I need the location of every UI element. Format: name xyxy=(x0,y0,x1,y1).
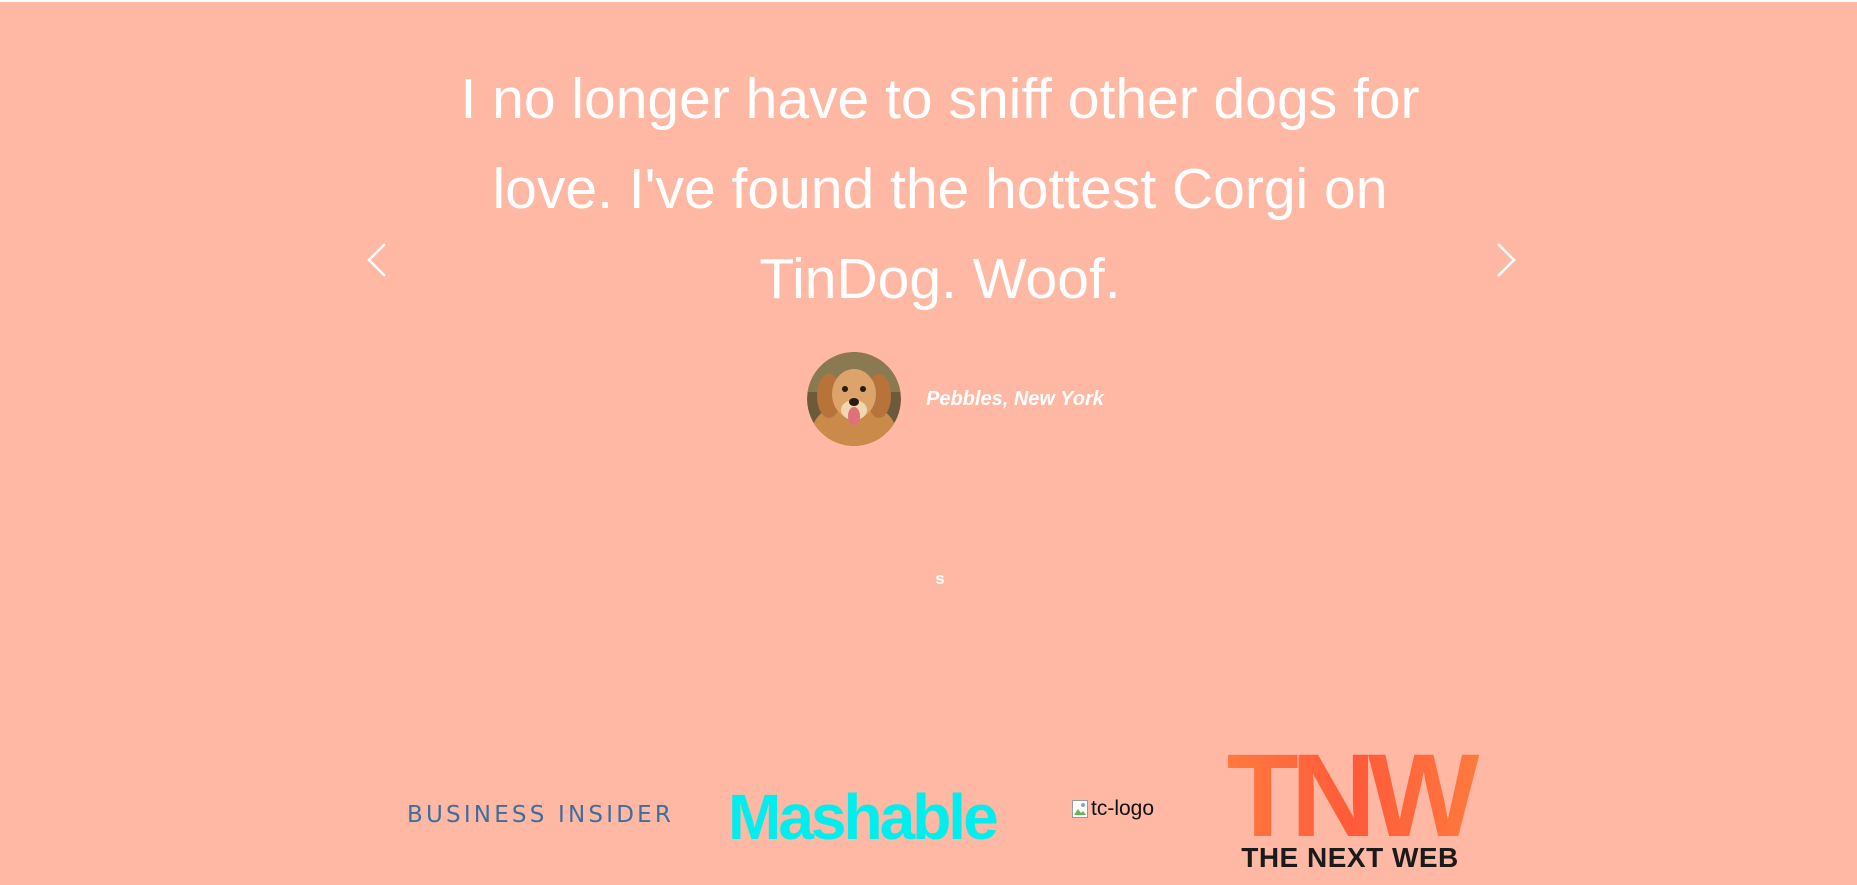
author-name: Pebbles, New York xyxy=(926,387,1104,410)
testimonials-section: I no longer have to sniff other dogs for… xyxy=(0,2,1857,885)
carousel-next-button[interactable] xyxy=(1494,240,1518,280)
chevron-right-icon xyxy=(1497,243,1516,277)
avatar xyxy=(807,352,901,446)
techcrunch-logo: tc-logo xyxy=(1072,797,1154,821)
mashable-logo: Mashable xyxy=(728,781,999,853)
chevron-left-icon xyxy=(367,243,386,277)
techcrunch-alt-text: tc-logo xyxy=(1091,797,1155,820)
tnw-letters: TNW xyxy=(1227,750,1480,840)
carousel-prev-button[interactable] xyxy=(365,240,389,280)
business-insider-logo: BUSINESS INSIDER xyxy=(407,802,675,828)
tnw-mark: TNW xyxy=(1227,750,1488,840)
tnw-name: THE NEXT WEB xyxy=(1241,842,1459,873)
press-logos: BUSINESS INSIDER Mashable tc-logo TNW TH… xyxy=(0,742,1857,882)
tnw-logo: TNW THE NEXT WEB xyxy=(1207,750,1492,874)
testimonial-quote: I no longer have to sniff other dogs for… xyxy=(460,67,1420,311)
carousel-indicator[interactable]: s xyxy=(928,569,952,589)
testimonial-author: Pebbles, New York xyxy=(807,352,1104,446)
broken-image-icon xyxy=(1072,800,1088,818)
